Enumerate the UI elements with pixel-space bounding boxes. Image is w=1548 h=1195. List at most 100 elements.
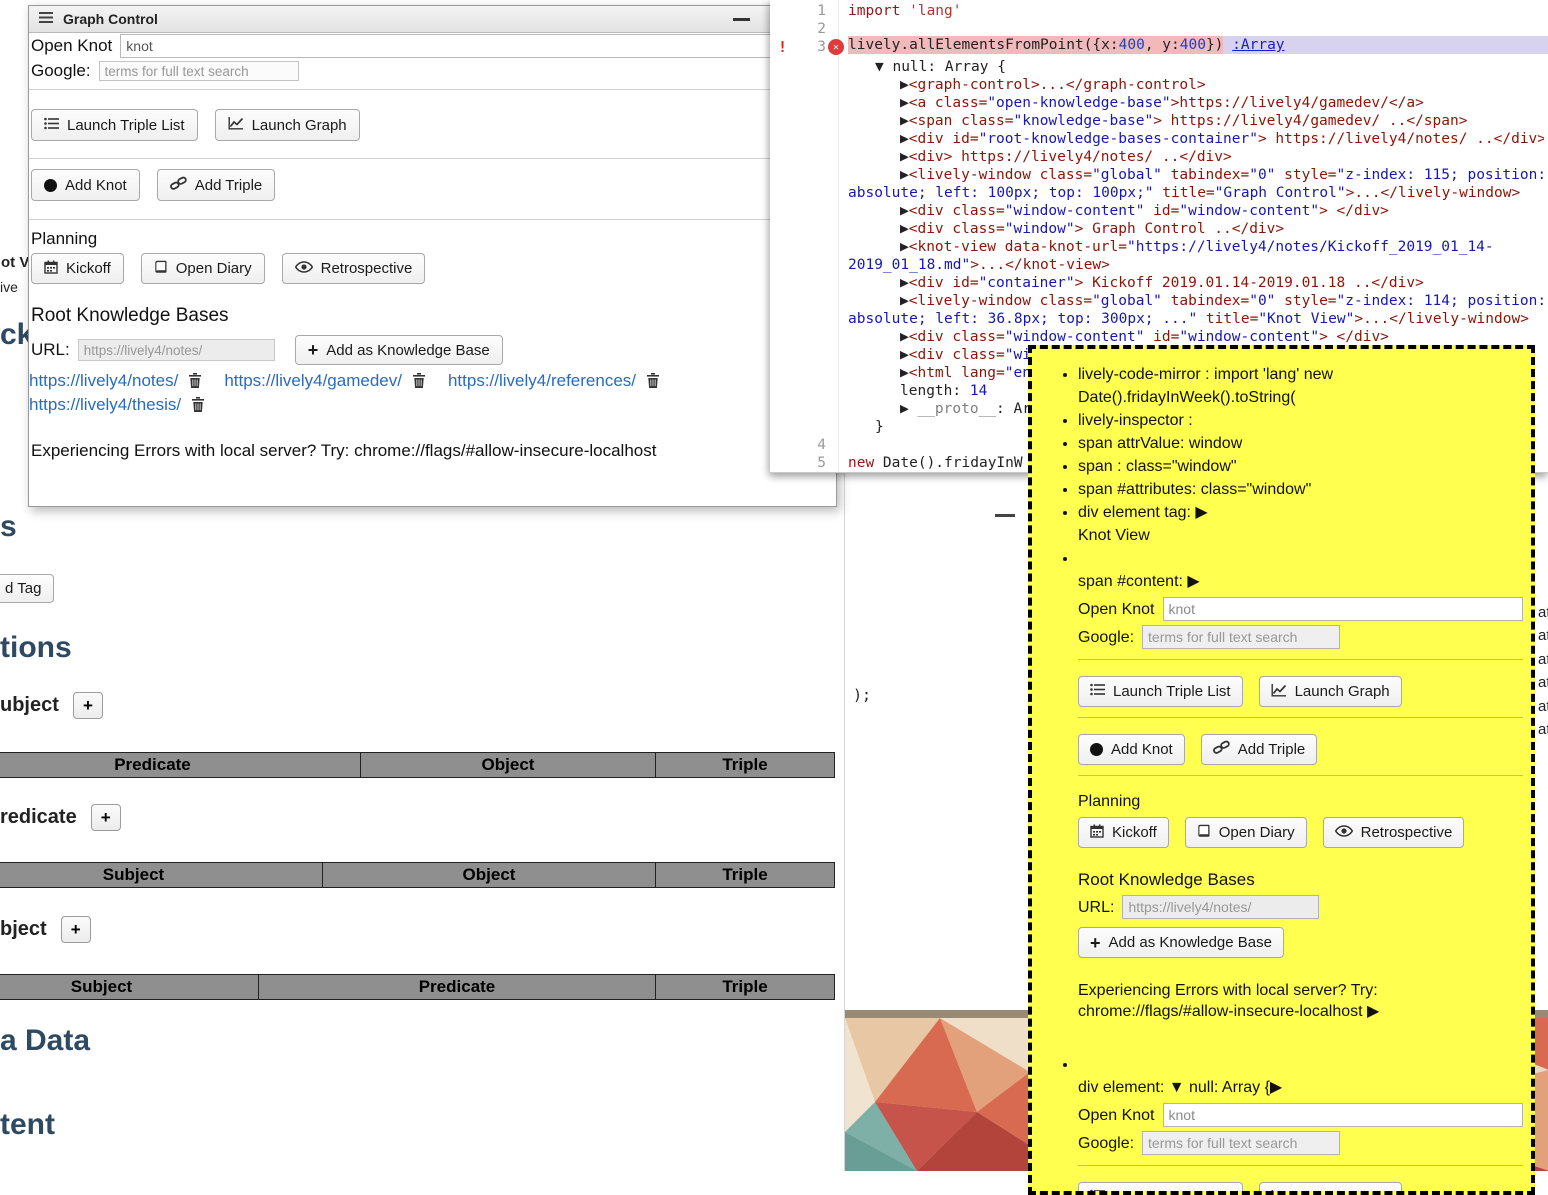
trash-icon[interactable] (191, 397, 205, 413)
google-search-input[interactable] (1142, 625, 1340, 649)
kickoff-button[interactable]: Kickoff (31, 253, 124, 284)
inspector-line[interactable]: ▶<div id="root-knowledge-bases-container… (848, 130, 1544, 148)
code-token: length: (900, 383, 970, 399)
url-input[interactable] (78, 339, 275, 361)
error-highlighted-code[interactable]: lively.allElementsFromPoint({x:400, y:40… (848, 36, 1223, 54)
code-token: : Ar (996, 401, 1031, 417)
divider (1078, 775, 1523, 776)
add-buttons-row: Add Knot Add Triple (31, 169, 830, 201)
knowledge-base-link[interactable]: https://lively4/references/ (448, 371, 636, 391)
debug-overlay: lively-code-mirror : import 'lang' new D… (1028, 345, 1535, 1195)
inspector-line[interactable]: absolute; left: 36.8px; top: 300px; ..."… (848, 310, 1544, 328)
open-knot-input[interactable] (1163, 1103, 1524, 1127)
launch-graph-button[interactable]: Launch Graph (1259, 676, 1402, 707)
trash-icon[interactable] (412, 373, 426, 389)
add-knowledge-base-button[interactable]: + Add as Knowledge Base (295, 335, 503, 365)
add-triple-button[interactable]: Add Triple (157, 169, 276, 201)
inspector-line[interactable]: ▶<lively-window class="global" tabindex=… (848, 166, 1544, 184)
launch-graph-button[interactable]: Launch Graph (215, 109, 360, 141)
clipped-text-fragment: at (1538, 698, 1548, 715)
retrospective-button[interactable]: Retrospective (1323, 817, 1465, 848)
array-result-link[interactable]: :Array (1232, 37, 1284, 53)
add-triple-button[interactable]: Add Triple (1201, 734, 1318, 765)
table-header-cell: Object (360, 752, 656, 778)
inspector-line[interactable]: ▶<lively-window class="global" tabindex=… (848, 292, 1544, 310)
overlay-item: lively-inspector : (1078, 409, 1523, 432)
retrospective-button[interactable]: Retrospective (282, 253, 426, 284)
launch-triple-list-button[interactable]: Launch Triple List (1078, 676, 1243, 707)
table-header-cell: Object (322, 862, 656, 888)
inspector-line[interactable]: ▼ null: Array { (848, 58, 1544, 76)
url-input[interactable] (1122, 895, 1319, 919)
knowledge-base-link[interactable]: https://lively4/thesis/ (29, 395, 181, 415)
open-knot-input[interactable] (1163, 597, 1524, 621)
kickoff-button[interactable]: Kickoff (1078, 817, 1169, 848)
code-token: "z-index: 115; position: (1337, 167, 1544, 183)
inspector-line[interactable]: ▶<div class="window"> Graph Control ..</… (848, 220, 1544, 238)
add-button[interactable]: + (61, 916, 91, 943)
code-line-highlighted[interactable]: lively.allElementsFromPoint({x:400, y:40… (848, 36, 1548, 54)
window-titlebar[interactable]: Graph Control (29, 6, 836, 33)
add-knowledge-base-button[interactable]: + Add as Knowledge Base (1078, 927, 1284, 958)
trash-icon[interactable] (188, 373, 202, 389)
launch-triple-list-button[interactable]: Launch Triple List (31, 109, 198, 141)
launch-triple-list-button[interactable]: Launch Triple List (1078, 1182, 1243, 1195)
inspector-line[interactable]: 2019_01_18.md">...</knot-view> (848, 256, 1544, 274)
inspector-line[interactable]: ▶<a class="open-knowledge-base">https://… (848, 94, 1544, 112)
plus-icon: + (1090, 934, 1101, 952)
code-token: import (848, 3, 900, 19)
button-label: Launch Graph (252, 117, 347, 134)
minimize-icon[interactable] (995, 514, 1015, 517)
code-token: "window-content" (1005, 329, 1145, 345)
open-knot-row: Open Knot (1078, 1103, 1523, 1127)
open-diary-button[interactable]: Open Diary (141, 253, 265, 284)
book-icon (154, 260, 168, 278)
inspector-line[interactable]: ▶<graph-control>...</graph-control> (848, 76, 1544, 94)
code-token: "open-knowledge-base" (987, 95, 1170, 111)
window-title: Graph Control (63, 11, 158, 27)
overlay-item: span #attributes: class="window" (1078, 478, 1523, 501)
code-token: <div id= (909, 131, 979, 147)
google-search-input[interactable] (1142, 1131, 1340, 1155)
code-token: "window-content" (1005, 203, 1145, 219)
inspector-line[interactable]: ▶<div class="window-content" id="window-… (848, 202, 1544, 220)
planning-buttons-row: Kickoff Open Diary Retrospective (1078, 817, 1523, 848)
add-button[interactable]: + (91, 804, 121, 831)
inspector-line[interactable]: ▶<div id="container"> Kickoff 2019.01.14… (848, 274, 1544, 292)
code-line[interactable]: import 'lang' (848, 2, 1548, 20)
google-label: Google: (31, 61, 91, 81)
line-number: 5 (817, 454, 826, 472)
calendar-icon (44, 260, 58, 278)
knowledge-base-link[interactable]: https://lively4/notes/ (29, 371, 178, 391)
root-knowledge-bases-heading: Root Knowledge Bases (1078, 868, 1523, 891)
menu-icon[interactable] (39, 10, 53, 28)
knowledge-base-item: https://lively4/references/ (448, 371, 660, 391)
add-button[interactable]: + (73, 692, 103, 719)
add-tag-button-partial[interactable]: d Tag (0, 574, 54, 603)
table-header-cell: Subject (0, 974, 259, 1000)
minimize-button[interactable] (733, 18, 750, 21)
add-knot-button[interactable]: Add Knot (31, 169, 140, 201)
launch-buttons-row: Launch Triple List Launch Graph (1078, 676, 1523, 707)
launch-graph-button[interactable]: Launch Graph (1259, 1182, 1402, 1195)
trash-icon[interactable] (646, 373, 660, 389)
google-search-input[interactable] (99, 61, 299, 81)
url-label: URL: (31, 340, 70, 360)
inspector-line[interactable]: ▶<knot-view data-knot-url="https://livel… (848, 238, 1544, 256)
button-label: Open Diary (176, 260, 252, 277)
code-token: ▶ (900, 401, 917, 417)
button-label: Launch Triple List (67, 117, 185, 134)
embedded-graph-control: Open Knot Google: Launch Triple List (1078, 597, 1523, 1022)
chart-icon (228, 116, 244, 134)
button-label: Launch Triple List (1113, 1189, 1231, 1195)
code-token: ▶ (900, 293, 909, 309)
inspector-line[interactable]: absolute; left: 100px; top: 100px;" titl… (848, 184, 1544, 202)
inspector-line[interactable]: ▶<div class="window-content" id="window-… (848, 328, 1544, 346)
add-knot-button[interactable]: Add Knot (1078, 734, 1185, 765)
error-x-icon[interactable]: ✕ (828, 39, 844, 55)
open-knot-input[interactable] (120, 34, 830, 58)
inspector-line[interactable]: ▶<div> https://lively4/notes/ ..</div> (848, 148, 1544, 166)
knowledge-base-link[interactable]: https://lively4/gamedev/ (224, 371, 402, 391)
open-diary-button[interactable]: Open Diary (1185, 817, 1307, 848)
inspector-line[interactable]: ▶<span class="knowledge-base"> https://l… (848, 112, 1544, 130)
